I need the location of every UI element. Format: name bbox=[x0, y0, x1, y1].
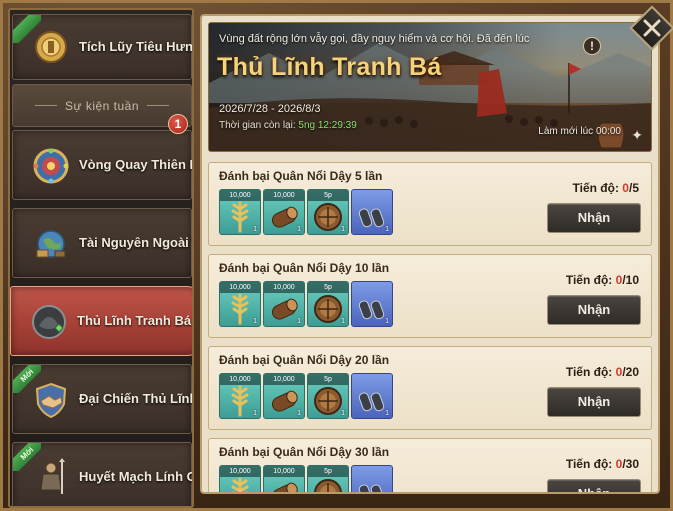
reward-item[interactable]: 5p1 bbox=[307, 189, 349, 235]
wood-log-icon bbox=[271, 390, 298, 412]
event-detail-panel: Vùng đất rộng lớn vẫy gọi, đầy nguy hiểm… bbox=[200, 14, 660, 494]
task-progress: Tiến độ: 0/10 bbox=[565, 273, 639, 287]
reward-item[interactable]: 10,0001 bbox=[219, 189, 261, 235]
reward-item[interactable]: 10,0001 bbox=[219, 373, 261, 419]
claim-button[interactable]: Nhận bbox=[547, 479, 641, 492]
claim-button[interactable]: Nhận bbox=[547, 203, 641, 233]
wheat-icon bbox=[231, 201, 249, 233]
binoculars-icon bbox=[358, 392, 385, 412]
sidebar-item-tich-luy[interactable]: Tích Lũy Tiêu Hưng Bảo bbox=[12, 14, 192, 80]
reward-item[interactable]: 1 bbox=[351, 373, 393, 419]
event-date-range: 2026/7/28 - 2026/8/3 bbox=[219, 103, 321, 115]
wood-log-icon bbox=[271, 482, 298, 492]
task-progress: Tiến độ: 0/5 bbox=[572, 181, 639, 195]
wood-log-icon bbox=[271, 206, 298, 228]
reward-item[interactable]: 10,0001 bbox=[263, 281, 305, 327]
sidebar-item-label: Tài Nguyên Ngoài Thành bbox=[79, 235, 192, 250]
sidebar-item-label: Huyết Mạch Lính Gác bbox=[79, 469, 192, 484]
event-sidebar: Tích Lũy Tiêu Hưng Bảo Sự kiện tuần Vòng… bbox=[8, 8, 194, 508]
close-icon bbox=[643, 19, 661, 37]
task-progress: Tiến độ: 0/20 bbox=[565, 365, 639, 379]
task-row: Đánh bại Quân Nổi Dậy 5 lần 10,000 1 10,0… bbox=[208, 162, 652, 246]
speedup-shield-icon bbox=[314, 203, 342, 231]
sparkle-icon: ✦ bbox=[631, 127, 643, 143]
notification-badge: 1 bbox=[168, 114, 188, 134]
refresh-time-label: Làm mới lúc 00:00 bbox=[538, 126, 621, 137]
reward-list: 10,0001 10,0001 5p1 1 bbox=[219, 189, 393, 235]
sidebar-item-dai-chien[interactable]: Đại Chiến Thủ Lĩnh Mới bbox=[12, 364, 192, 434]
task-row: Đánh bại Quân Nổi Dậy 20 lần 10,000 1 10,… bbox=[208, 346, 652, 430]
reward-item[interactable]: 10,0001 bbox=[263, 189, 305, 235]
reward-list: 10,0001 10,0001 5p1 1 bbox=[219, 373, 393, 419]
sidebar-item-thu-linh-tranh-ba[interactable]: Thủ Lĩnh Tranh Bá bbox=[10, 286, 192, 356]
reward-item[interactable]: 10,0001 bbox=[219, 281, 261, 327]
task-progress: Tiến độ: 0/30 bbox=[565, 457, 639, 471]
binoculars-icon bbox=[358, 484, 385, 492]
binoculars-icon bbox=[358, 208, 385, 228]
task-title: Đánh bại Quân Nổi Dậy 30 lần bbox=[219, 445, 390, 459]
wood-log-icon bbox=[271, 298, 298, 320]
week-divider-label: Sự kiện tuần bbox=[64, 98, 140, 113]
event-banner: Vùng đất rộng lớn vẫy gọi, đầy nguy hiểm… bbox=[208, 22, 652, 152]
resources-globe-icon bbox=[31, 224, 71, 264]
claim-button[interactable]: Nhận bbox=[547, 387, 641, 417]
speedup-shield-icon bbox=[314, 479, 342, 492]
banner-subtitle: Vùng đất rộng lớn vẫy gọi, đầy nguy hiểm… bbox=[219, 33, 530, 45]
time-remaining-label: Thời gian còn lại: bbox=[219, 120, 296, 131]
reward-list: 10,0001 10,0001 5p1 1 bbox=[219, 465, 393, 492]
time-remaining: Thời gian còn lại: 5ng 12:29:39 bbox=[219, 120, 357, 131]
reward-item[interactable]: 5p1 bbox=[307, 281, 349, 327]
info-button[interactable]: ! bbox=[583, 37, 601, 55]
sidebar-item-huyet-mach[interactable]: Huyết Mạch Lính Gác Mới bbox=[12, 442, 192, 506]
time-remaining-value: 5ng 12:29:39 bbox=[298, 120, 357, 131]
task-title: Đánh bại Quân Nổi Dậy 20 lần bbox=[219, 353, 390, 367]
task-row: Đánh bại Quân Nổi Dậy 10 lần 10,000 1 10,… bbox=[208, 254, 652, 338]
reward-item[interactable]: 10,0001 bbox=[263, 465, 305, 492]
speedup-shield-icon bbox=[314, 295, 342, 323]
new-ribbon: Mới bbox=[13, 443, 41, 471]
reward-item[interactable]: 5p1 bbox=[307, 465, 349, 492]
reward-item[interactable]: 5p1 bbox=[307, 373, 349, 419]
corner-ribbon bbox=[13, 15, 41, 43]
reward-list: 10,0001 10,0001 5p1 1 bbox=[219, 281, 393, 327]
speedup-shield-icon bbox=[314, 387, 342, 415]
sidebar-item-label: Tích Lũy Tiêu Hưng Bảo bbox=[79, 39, 193, 54]
sidebar-item-label: Đại Chiến Thủ Lĩnh bbox=[79, 391, 194, 406]
task-title: Đánh bại Quân Nổi Dậy 10 lần bbox=[219, 261, 390, 275]
task-title: Đánh bại Quân Nổi Dậy 5 lần bbox=[219, 169, 383, 183]
sidebar-item-vong-quay[interactable]: Vòng Quay Thiên Mệnh bbox=[12, 130, 192, 200]
wheat-icon bbox=[231, 385, 249, 417]
week-events-divider: Sự kiện tuần bbox=[12, 84, 192, 127]
fortune-wheel-icon bbox=[31, 146, 71, 186]
wheat-icon bbox=[231, 293, 249, 325]
reward-item[interactable]: 1 bbox=[351, 281, 393, 327]
wheat-icon bbox=[231, 477, 249, 492]
sidebar-item-tai-nguyen[interactable]: Tài Nguyên Ngoài Thành bbox=[12, 208, 192, 278]
reward-item[interactable]: 1 bbox=[351, 465, 393, 492]
binoculars-icon bbox=[358, 300, 385, 320]
reward-item[interactable]: 10,0001 bbox=[219, 465, 261, 492]
event-title: Thủ Lĩnh Tranh Bá bbox=[217, 53, 442, 81]
sidebar-item-label: Vòng Quay Thiên Mệnh bbox=[79, 157, 192, 172]
reward-item[interactable]: 10,0001 bbox=[263, 373, 305, 419]
claim-button[interactable]: Nhận bbox=[547, 295, 641, 325]
new-ribbon: Mới bbox=[13, 365, 41, 393]
sidebar-item-label: Thủ Lĩnh Tranh Bá bbox=[77, 313, 192, 328]
reward-item[interactable]: 1 bbox=[351, 189, 393, 235]
task-row: Đánh bại Quân Nổi Dậy 30 lần 10,0001 10,… bbox=[208, 438, 652, 492]
warrior-head-icon bbox=[29, 302, 69, 342]
